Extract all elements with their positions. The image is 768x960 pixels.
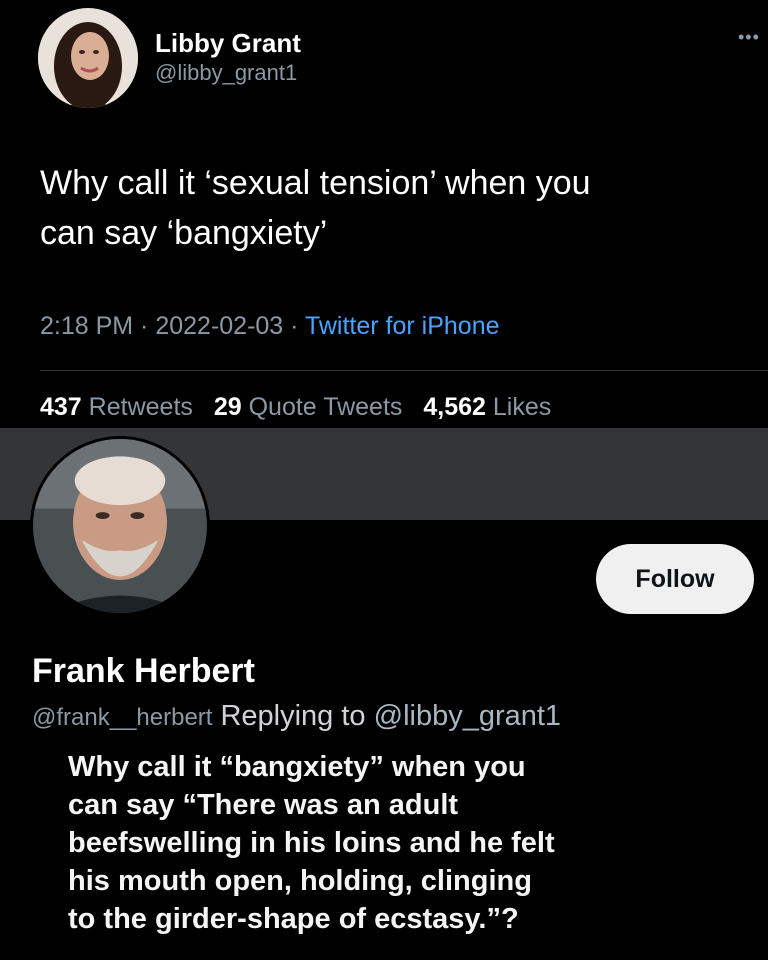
tweet-text-line: Why call it ‘sexual tension’ when you <box>40 164 591 202</box>
reply-author-line: @frank__herbert Replying to @libby_grant1 <box>32 700 561 733</box>
replying-label: Replying to <box>220 700 366 732</box>
meta-separator: · <box>133 312 156 340</box>
author-name[interactable]: Libby Grant <box>155 28 301 59</box>
reply-text-line: Why call it “bangxiety” when you <box>68 751 526 783</box>
author-handle[interactable]: @libby_grant1 <box>155 60 297 86</box>
tweet-text-line: can say ‘bangxiety’ <box>40 214 328 252</box>
reply-author-name[interactable]: Frank Herbert <box>32 652 255 691</box>
replying-to: Replying to @libby_grant1 <box>220 700 561 732</box>
reply-text-line: his mouth open, holding, clinging <box>68 865 532 897</box>
reply-text: Why call it “bangxiety” when you can say… <box>68 748 688 938</box>
reply-author-handle[interactable]: @frank__herbert <box>32 704 212 731</box>
quote-tweets-count: 29 <box>213 393 242 421</box>
divider <box>40 370 768 371</box>
tweet-text: Why call it ‘sexual tension’ when you ca… <box>40 158 740 258</box>
tweet-time[interactable]: 2:18 PM <box>40 312 133 340</box>
reply-text-line: to the girder-shape of ecstasy.”? <box>68 903 519 935</box>
tweet-stats: 437 Retweets 29 Quote Tweets 4,562 Likes <box>40 393 551 422</box>
retweets-stat[interactable]: 437 Retweets <box>40 393 193 421</box>
tweet-date[interactable]: 2022-02-03 <box>155 312 283 340</box>
reply-text-line: beefswelling in his loins and he felt <box>68 827 555 859</box>
tweet-source[interactable]: Twitter for iPhone <box>305 312 500 340</box>
tweet-meta: 2:18 PM · 2022-02-03 · Twitter for iPhon… <box>40 312 500 341</box>
retweets-label: Retweets <box>88 393 193 421</box>
reply-text-line: can say “There was an adult <box>68 789 459 821</box>
retweets-count: 437 <box>40 393 82 421</box>
quote-tweets-label: Quote Tweets <box>248 393 403 421</box>
follow-button[interactable]: Follow <box>596 544 754 614</box>
meta-separator: · <box>283 312 305 340</box>
likes-stat[interactable]: 4,562 Likes <box>423 393 551 421</box>
avatar-frank-herbert[interactable] <box>30 436 210 616</box>
likes-label: Likes <box>492 393 552 421</box>
avatar-libby-grant[interactable] <box>38 8 138 108</box>
avatar-photo <box>38 8 138 108</box>
likes-count: 4,562 <box>423 393 486 421</box>
quote-tweets-stat[interactable]: 29 Quote Tweets <box>214 393 403 421</box>
replying-mention[interactable]: @libby_grant1 <box>374 700 561 732</box>
more-horizontal-icon[interactable]: ••• <box>738 28 766 46</box>
avatar-photo <box>33 439 207 613</box>
